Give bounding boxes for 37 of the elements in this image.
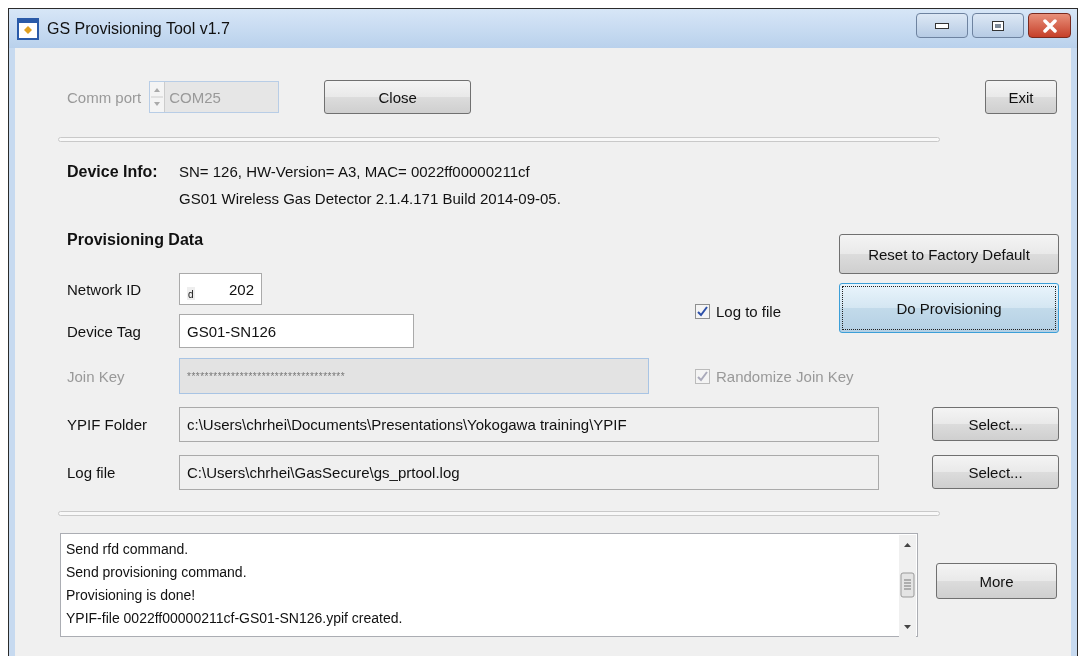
- path-field[interactable]: c:\Users\chrhei\Documents\Presentations\Yokogawa training\YPIF: [179, 406, 879, 442]
- device-info-text: GS01 Wireless Gas Detector 2.1.4.171 Build 2014-09-05.: [179, 189, 561, 209]
- select-button[interactable]: Select...: [932, 407, 1059, 441]
- maximize-button[interactable]: [972, 13, 1024, 38]
- select-button[interactable]: Select...: [932, 455, 1059, 489]
- device-info-label: Device Info:: [67, 162, 159, 182]
- window-title: GS Provisioning Tool v1.7: [47, 19, 230, 38]
- input-field[interactable]: GS01-SN126: [179, 314, 414, 348]
- field-label: Log file: [67, 463, 117, 481]
- exit-button[interactable]: Exit: [985, 80, 1057, 114]
- path-field[interactable]: C:\Users\chrhei\GasSecure\gs_prtool.log: [179, 454, 879, 490]
- minimize-button[interactable]: [916, 13, 968, 38]
- checkbox[interactable]: Log to file: [695, 302, 782, 320]
- log-line: Provisioning is done!: [66, 586, 197, 605]
- log-line: Send rfd command.: [66, 540, 190, 559]
- section-heading: Provisioning Data: [67, 231, 205, 249]
- check-icon: [696, 304, 709, 318]
- check-icon: [696, 369, 709, 383]
- maximize-icon: [992, 20, 1004, 31]
- scrollbar[interactable]: [899, 535, 916, 637]
- log-line: YPIF-file 0022ff00000211cf-GS01-SN126.ypif created.: [66, 609, 404, 628]
- minimize-icon: [935, 22, 949, 29]
- field-label: Network ID: [67, 280, 143, 298]
- field-label: YPIF Folder: [67, 415, 149, 433]
- more-button[interactable]: More: [936, 563, 1057, 599]
- close-port-button[interactable]: Close: [324, 80, 472, 114]
- device-info-text: SN= 126, HW-Version= A3, MAC= 0022ff00000211cf: [179, 162, 531, 182]
- input-field[interactable]: d 202: [179, 273, 262, 305]
- close-button[interactable]: [1028, 13, 1071, 38]
- close-icon: [1041, 18, 1058, 33]
- app-icon: [17, 17, 39, 40]
- log-line: Send provisioning command.: [66, 563, 248, 582]
- provision-button[interactable]: Do Provisioning: [839, 283, 1059, 333]
- comm-port-label: Comm port: [67, 88, 142, 106]
- field-label: Device Tag: [67, 322, 142, 340]
- field-label: Join Key: [67, 367, 126, 385]
- reset-button[interactable]: Reset to Factory Default: [839, 234, 1059, 274]
